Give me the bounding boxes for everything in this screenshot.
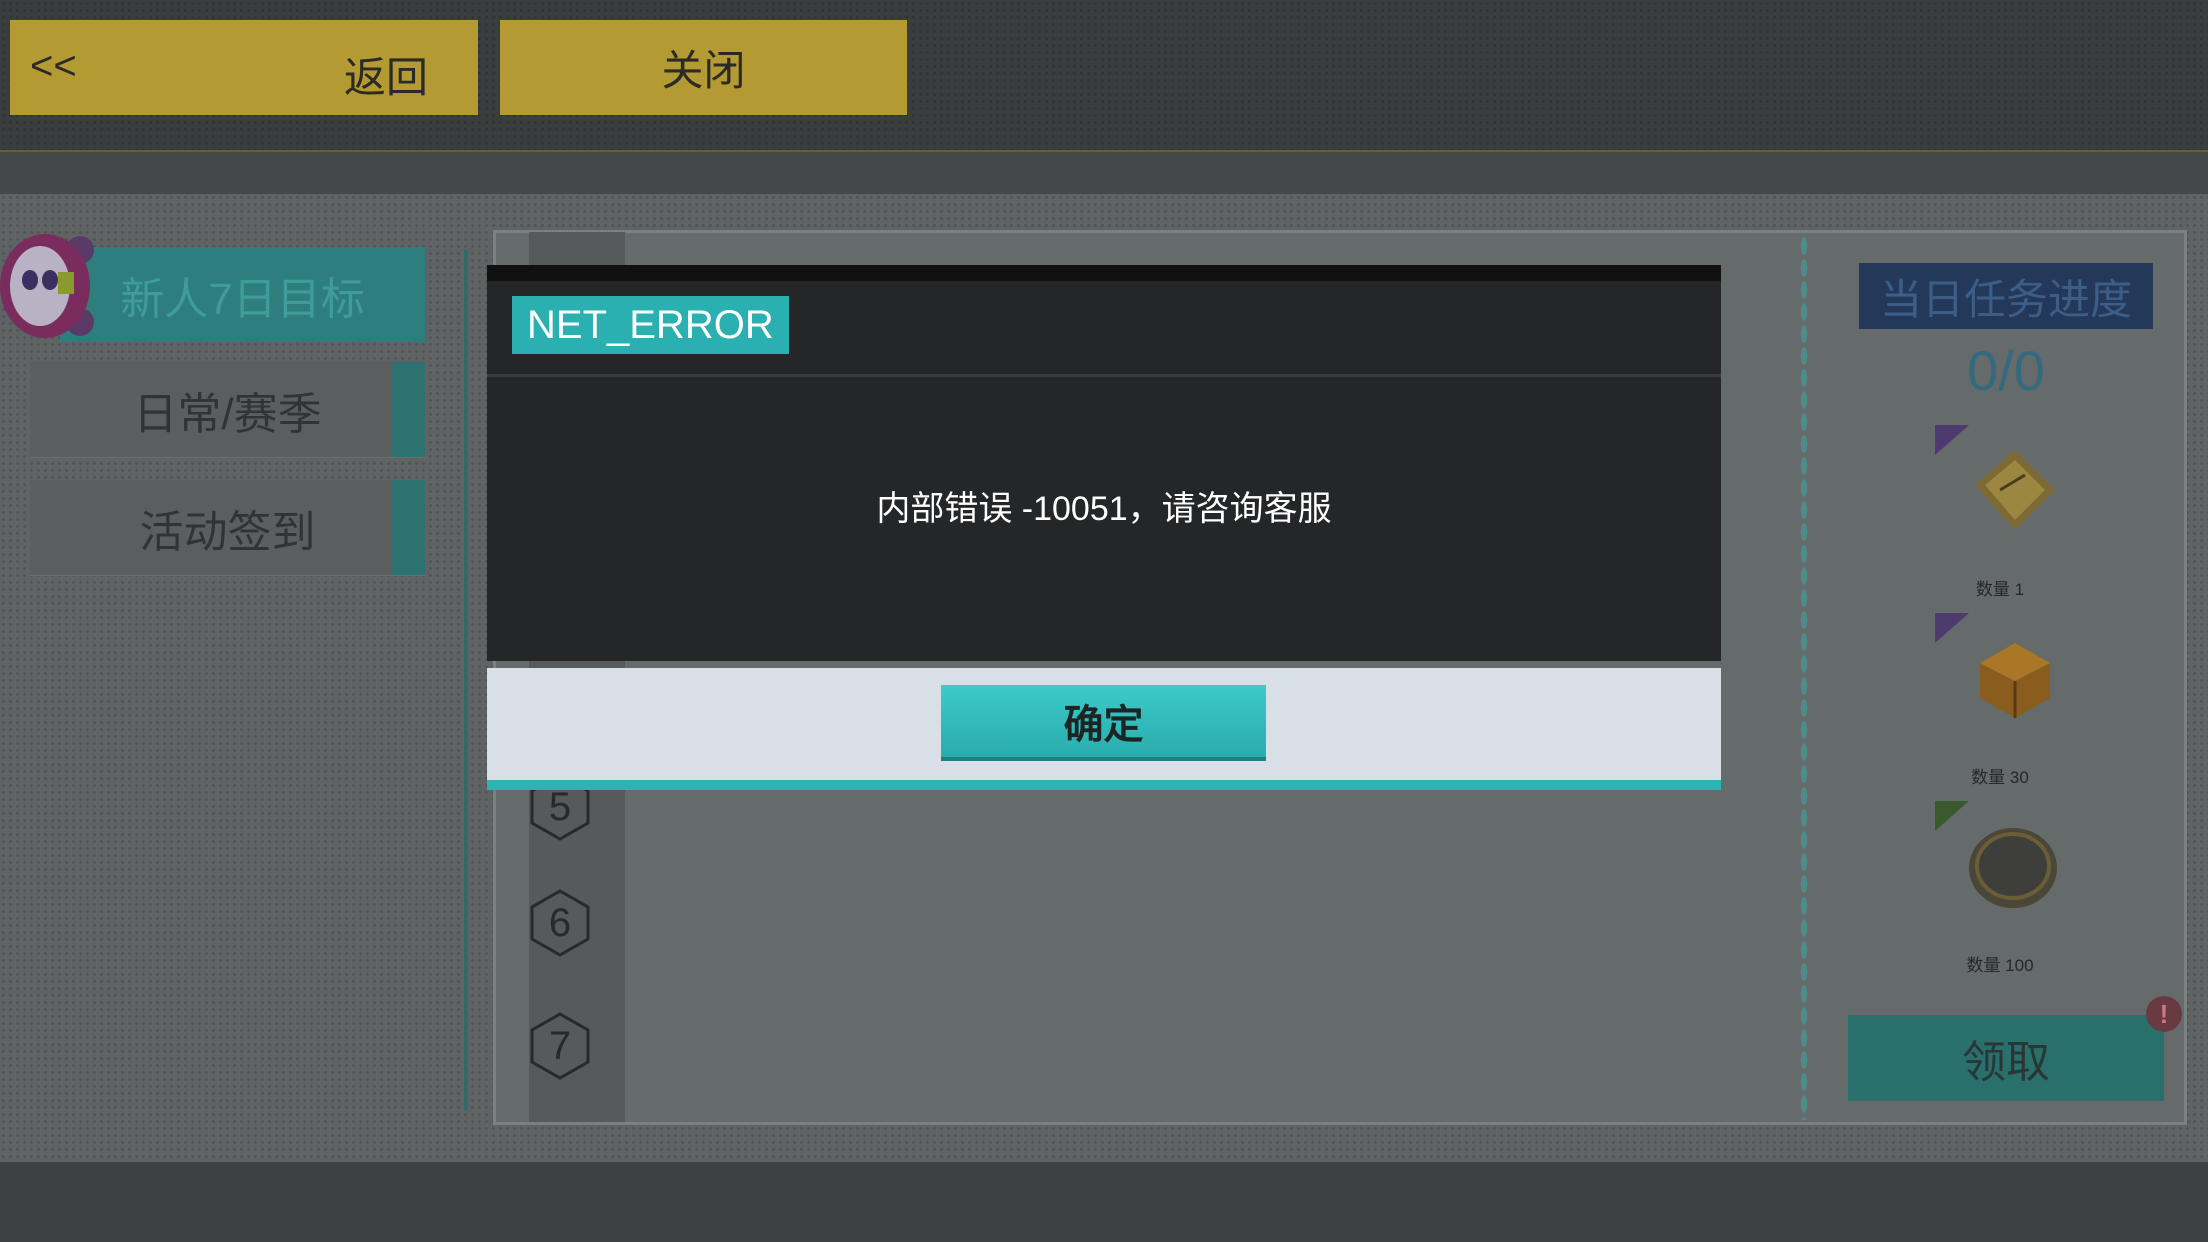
menu-tab-marker	[391, 362, 425, 457]
back-arrows: <<	[30, 44, 77, 88]
dialog-message: 内部错误 -10051，请咨询客服	[876, 490, 1332, 528]
gem-box-icon	[1980, 643, 2050, 718]
menu-item-newbie-7day[interactable]: 新人7日目标	[60, 247, 425, 342]
top-band	[0, 152, 2208, 194]
menu-tab-marker	[391, 480, 425, 575]
close-button[interactable]: 关闭	[500, 20, 907, 115]
dotted-divider	[1800, 235, 1808, 1120]
error-dialog: NET_ERROR 内部错误 -10051，请咨询客服	[487, 281, 1721, 661]
progress-value: 0/0	[1967, 339, 2045, 402]
day-number: 7	[548, 1023, 572, 1068]
progress-title: 当日任务进度	[1859, 263, 2153, 329]
menu-item-daily-season[interactable]: 日常/赛季	[30, 362, 425, 458]
reward-item[interactable]: 数量 30	[1930, 613, 2090, 787]
day-number: 6	[548, 900, 572, 945]
ticket-icon	[1975, 450, 2055, 530]
confirm-button[interactable]: 确定	[941, 685, 1266, 757]
menu-item-label: 活动签到	[139, 507, 316, 557]
dialog-title: NET_ERROR	[512, 296, 789, 354]
menu-item-label: 新人7日目标	[120, 274, 365, 324]
menu-item-event-checkin[interactable]: 活动签到	[30, 480, 425, 576]
back-button[interactable]: << 返回	[10, 20, 478, 115]
alert-badge: !	[2146, 996, 2182, 1032]
rarity-corner	[1935, 425, 1969, 455]
reward-qty: 数量 1	[1975, 580, 2025, 599]
left-divider	[464, 250, 468, 1110]
reward-item[interactable]: 数量 100	[1930, 801, 2090, 975]
reward-qty: 数量 30	[1971, 768, 2029, 787]
day-6-hex[interactable]: 6	[529, 889, 591, 957]
reward-qty: 数量 100	[1966, 956, 2034, 975]
dialog-footer-accent	[487, 780, 1721, 790]
reward-item[interactable]: 数量 1	[1930, 425, 2090, 599]
rarity-corner	[1935, 613, 1969, 643]
menu-item-label: 日常/赛季	[133, 389, 322, 439]
day-7-hex[interactable]: 7	[529, 1012, 591, 1080]
coin-icon	[1969, 828, 2057, 908]
dialog-top-strip	[487, 265, 1721, 281]
bottom-bar	[0, 1162, 2208, 1242]
mascot-avatar-icon	[0, 230, 95, 342]
claim-button[interactable]: 领取	[1848, 1015, 2164, 1101]
dialog-separator	[487, 374, 1721, 377]
rarity-corner	[1935, 801, 1969, 831]
back-label: 返回	[343, 54, 428, 101]
